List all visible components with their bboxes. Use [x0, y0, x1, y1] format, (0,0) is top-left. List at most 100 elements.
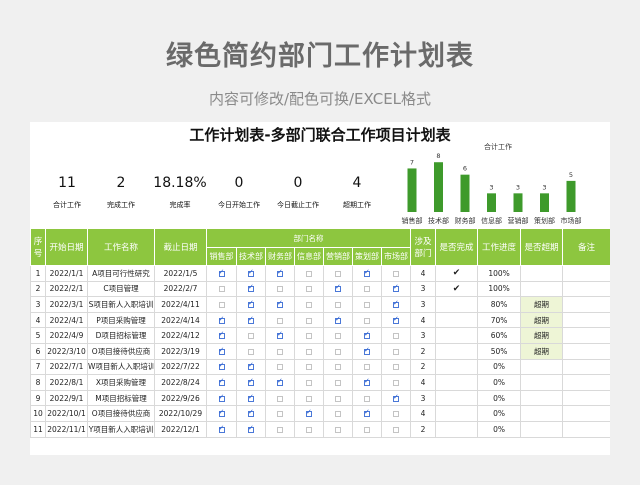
- cell-end-date[interactable]: 2022/9/26: [154, 389, 207, 407]
- unchecked-checkbox-icon[interactable]: [277, 317, 283, 324]
- cell-dept-checkbox[interactable]: [323, 358, 353, 376]
- cell-progress[interactable]: 100%: [477, 280, 522, 298]
- cell-dept-checkbox[interactable]: [236, 358, 266, 376]
- cell-dept-checkbox[interactable]: [265, 296, 295, 313]
- cell-dept-checkbox[interactable]: [236, 265, 266, 282]
- cell-seq[interactable]: 6: [30, 342, 46, 360]
- cell-work-name[interactable]: Y项目新人入职培训: [87, 420, 155, 438]
- cell-dept-checkbox[interactable]: [352, 265, 382, 282]
- cell-involved-count[interactable]: 2: [410, 420, 437, 438]
- cell-seq[interactable]: 4: [30, 311, 46, 329]
- cell-completed[interactable]: ✔: [435, 280, 479, 298]
- checked-checkbox-icon[interactable]: [364, 408, 370, 418]
- cell-overdue[interactable]: [520, 358, 564, 376]
- cell-end-date[interactable]: 2022/4/12: [154, 327, 207, 344]
- cell-dept-checkbox[interactable]: [294, 265, 324, 282]
- checked-checkbox-icon[interactable]: [218, 361, 225, 371]
- unchecked-checkbox-icon[interactable]: [306, 286, 312, 293]
- cell-completed[interactable]: [435, 311, 479, 329]
- cell-progress[interactable]: 60%: [477, 327, 522, 344]
- unchecked-checkbox-icon[interactable]: [248, 348, 254, 355]
- unchecked-checkbox-icon[interactable]: [306, 270, 312, 277]
- cell-progress[interactable]: 0%: [477, 374, 522, 391]
- cell-involved-count[interactable]: 4: [410, 405, 437, 422]
- cell-dept-checkbox[interactable]: [206, 374, 237, 391]
- cell-dept-checkbox[interactable]: [380, 280, 412, 298]
- cell-dept-checkbox[interactable]: [380, 327, 412, 344]
- checked-checkbox-icon[interactable]: [218, 330, 225, 340]
- unchecked-checkbox-icon[interactable]: [335, 426, 341, 433]
- cell-dept-checkbox[interactable]: [352, 358, 382, 376]
- unchecked-checkbox-icon[interactable]: [248, 333, 254, 340]
- cell-overdue[interactable]: 超期: [520, 342, 564, 360]
- unchecked-checkbox-icon[interactable]: [335, 348, 341, 355]
- cell-involved-count[interactable]: 2: [410, 342, 437, 360]
- cell-notes[interactable]: [562, 389, 610, 407]
- checked-checkbox-icon[interactable]: [364, 330, 370, 340]
- cell-dept-checkbox[interactable]: [294, 327, 324, 344]
- unchecked-checkbox-icon[interactable]: [364, 286, 370, 293]
- unchecked-checkbox-icon[interactable]: [335, 395, 341, 402]
- cell-dept-checkbox[interactable]: [323, 327, 353, 344]
- cell-dept-checkbox[interactable]: [236, 405, 266, 422]
- cell-start-date[interactable]: 2022/2/1: [45, 280, 88, 298]
- cell-start-date[interactable]: 2022/3/1: [45, 296, 88, 313]
- cell-dept-checkbox[interactable]: [380, 358, 412, 376]
- cell-involved-count[interactable]: 2: [410, 358, 437, 376]
- cell-dept-checkbox[interactable]: [206, 389, 237, 407]
- cell-overdue[interactable]: [520, 405, 564, 422]
- cell-dept-checkbox[interactable]: [236, 311, 266, 329]
- cell-notes[interactable]: [562, 358, 610, 376]
- cell-start-date[interactable]: 2022/8/1: [45, 374, 88, 391]
- cell-notes[interactable]: [562, 420, 610, 438]
- unchecked-checkbox-icon[interactable]: [277, 364, 283, 371]
- unchecked-checkbox-icon[interactable]: [277, 348, 283, 355]
- cell-work-name[interactable]: W项目新人入职培训: [87, 358, 155, 376]
- checked-checkbox-icon[interactable]: [364, 377, 370, 386]
- cell-dept-checkbox[interactable]: [352, 420, 382, 438]
- cell-overdue[interactable]: [520, 389, 564, 407]
- cell-start-date[interactable]: 2022/9/1: [45, 389, 88, 407]
- cell-dept-checkbox[interactable]: [265, 389, 295, 407]
- cell-involved-count[interactable]: 4: [410, 265, 437, 282]
- cell-dept-checkbox[interactable]: [206, 280, 237, 298]
- cell-work-name[interactable]: P项目采购管理: [87, 311, 155, 329]
- cell-work-name[interactable]: A项目可行性研究: [87, 265, 155, 282]
- cell-work-name[interactable]: O项目接待供应商: [87, 405, 155, 422]
- unchecked-checkbox-icon[interactable]: [364, 301, 370, 308]
- unchecked-checkbox-icon[interactable]: [306, 301, 312, 308]
- cell-involved-count[interactable]: 3: [410, 389, 437, 407]
- cell-seq[interactable]: 1: [30, 265, 46, 282]
- checked-checkbox-icon[interactable]: [248, 377, 254, 386]
- cell-work-name[interactable]: O项目接待供应商: [87, 342, 155, 360]
- cell-dept-checkbox[interactable]: [236, 280, 266, 298]
- checked-checkbox-icon[interactable]: [248, 283, 254, 293]
- cell-progress[interactable]: 50%: [477, 342, 522, 360]
- unchecked-checkbox-icon[interactable]: [277, 426, 283, 433]
- cell-end-date[interactable]: 2022/2/7: [154, 280, 207, 298]
- cell-work-name[interactable]: X项目采购管理: [87, 374, 155, 391]
- checked-checkbox-icon[interactable]: [277, 299, 283, 308]
- checked-checkbox-icon[interactable]: [248, 424, 254, 433]
- cell-completed[interactable]: [435, 374, 479, 391]
- cell-overdue[interactable]: [520, 374, 564, 391]
- cell-start-date[interactable]: 2022/3/10: [45, 342, 88, 360]
- cell-dept-checkbox[interactable]: [323, 405, 353, 422]
- cell-dept-checkbox[interactable]: [352, 405, 382, 422]
- cell-completed[interactable]: [435, 420, 479, 438]
- cell-dept-checkbox[interactable]: [323, 374, 353, 391]
- checked-checkbox-icon[interactable]: [393, 299, 400, 308]
- cell-end-date[interactable]: 2022/4/14: [154, 311, 207, 329]
- cell-work-name[interactable]: C项目管理: [87, 280, 155, 298]
- checked-checkbox-icon[interactable]: [248, 315, 254, 324]
- cell-seq[interactable]: 5: [30, 327, 46, 344]
- unchecked-checkbox-icon[interactable]: [364, 317, 370, 324]
- checked-checkbox-icon[interactable]: [218, 346, 225, 355]
- cell-end-date[interactable]: 2022/3/19: [154, 342, 207, 360]
- cell-completed[interactable]: [435, 358, 479, 376]
- checked-checkbox-icon[interactable]: [218, 315, 225, 324]
- cell-dept-checkbox[interactable]: [352, 342, 382, 360]
- checked-checkbox-icon[interactable]: [248, 408, 254, 418]
- checked-checkbox-icon[interactable]: [306, 408, 312, 418]
- cell-overdue[interactable]: 超期: [520, 327, 564, 344]
